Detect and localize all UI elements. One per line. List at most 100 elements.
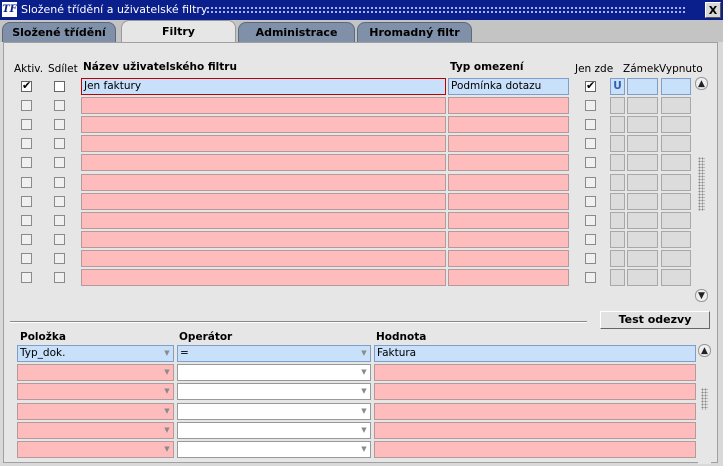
restriction-type-field[interactable] <box>448 154 569 172</box>
lock-detail-field[interactable] <box>627 230 658 248</box>
filter-name-field[interactable] <box>81 135 446 153</box>
tab-hromadny-filtr[interactable]: Hromadný filtr <box>357 22 472 42</box>
filter-name-field[interactable] <box>81 192 446 210</box>
lock-detail-field[interactable] <box>627 211 658 229</box>
operator-select[interactable]: ▼ <box>177 383 371 401</box>
item-select[interactable]: ▼ <box>17 441 174 458</box>
value-field[interactable] <box>374 441 696 458</box>
close-icon[interactable]: X <box>705 2 721 18</box>
test-response-button[interactable]: Test odezvy <box>600 311 710 329</box>
disabled-field[interactable] <box>661 116 691 134</box>
chevron-down-icon[interactable]: ▼ <box>162 348 172 359</box>
operator-select[interactable]: ▼ <box>177 421 371 439</box>
chevron-down-icon[interactable]: ▼ <box>162 406 172 417</box>
operator-select[interactable]: ▼ <box>177 364 371 382</box>
item-select[interactable]: ▼ <box>17 364 174 382</box>
lock-field[interactable] <box>610 211 625 229</box>
operator-select[interactable]: ▼ <box>177 402 371 420</box>
chevron-down-icon[interactable]: ▼ <box>162 444 172 455</box>
lock-field[interactable] <box>610 192 625 210</box>
scroll-up-icon[interactable]: ▲ <box>698 344 711 357</box>
only-here-checkbox[interactable] <box>585 214 596 226</box>
filters-scrollbar[interactable]: ▲ ▼ <box>695 77 708 303</box>
chevron-down-icon[interactable]: ▼ <box>162 367 172 378</box>
restriction-type-field[interactable] <box>448 230 569 248</box>
restriction-type-field[interactable] <box>448 173 569 191</box>
only-here-checkbox[interactable] <box>585 272 596 283</box>
active-checkbox[interactable] <box>21 119 32 131</box>
lock-field[interactable] <box>610 249 625 267</box>
value-field[interactable] <box>374 383 696 401</box>
lock-field[interactable]: U <box>610 78 625 95</box>
lock-detail-field[interactable] <box>627 135 658 153</box>
disabled-field[interactable] <box>661 192 691 210</box>
disabled-field[interactable] <box>661 249 691 267</box>
only-here-checkbox[interactable] <box>585 195 596 207</box>
lock-field[interactable] <box>610 154 625 172</box>
disabled-field[interactable] <box>661 211 691 229</box>
lock-field[interactable] <box>610 97 625 115</box>
scroll-thumb[interactable] <box>698 157 705 211</box>
chevron-down-icon[interactable]: ▼ <box>162 386 172 397</box>
restriction-type-field[interactable] <box>448 211 569 229</box>
lock-field[interactable] <box>610 135 625 153</box>
only-here-checkbox[interactable] <box>585 138 596 150</box>
chevron-down-icon[interactable]: ▼ <box>359 444 369 455</box>
chevron-down-icon[interactable]: ▼ <box>359 386 369 397</box>
share-checkbox[interactable] <box>54 119 65 131</box>
share-checkbox[interactable] <box>54 81 65 92</box>
share-checkbox[interactable] <box>54 157 65 169</box>
restriction-type-field[interactable] <box>448 135 569 153</box>
only-here-checkbox[interactable]: ✔ <box>585 79 596 92</box>
active-checkbox[interactable] <box>21 138 32 150</box>
scroll-up-icon[interactable]: ▲ <box>695 77 708 90</box>
tab-slozene-trideni[interactable]: Složené třídění <box>2 22 116 42</box>
operator-select[interactable]: ▼ <box>177 441 371 458</box>
chevron-down-icon[interactable]: ▼ <box>359 367 369 378</box>
restriction-type-field[interactable] <box>448 192 569 210</box>
value-field[interactable]: Faktura <box>374 345 696 362</box>
tab-filtry[interactable]: Filtry <box>121 20 236 42</box>
lock-detail-field[interactable] <box>627 154 658 172</box>
active-checkbox[interactable] <box>21 272 32 283</box>
lock-detail-field[interactable] <box>627 269 658 286</box>
active-checkbox[interactable]: ✔ <box>21 79 32 92</box>
chevron-down-icon[interactable]: ▼ <box>359 425 369 436</box>
filter-name-field[interactable] <box>81 211 446 229</box>
only-here-checkbox[interactable] <box>585 157 596 169</box>
item-select[interactable]: ▼ <box>17 421 174 439</box>
filter-name-field[interactable] <box>81 154 446 172</box>
restriction-type-field[interactable] <box>448 97 569 115</box>
disabled-field[interactable] <box>661 154 691 172</box>
disabled-field[interactable] <box>661 135 691 153</box>
lock-detail-field[interactable] <box>627 116 658 134</box>
only-here-checkbox[interactable] <box>585 252 596 264</box>
share-checkbox[interactable] <box>54 214 65 226</box>
active-checkbox[interactable] <box>21 195 32 207</box>
disabled-field[interactable] <box>661 78 691 95</box>
share-checkbox[interactable] <box>54 138 65 150</box>
lock-detail-field[interactable] <box>627 78 658 95</box>
only-here-checkbox[interactable] <box>585 176 596 188</box>
disabled-field[interactable] <box>661 173 691 191</box>
share-checkbox[interactable] <box>54 176 65 188</box>
chevron-down-icon[interactable]: ▼ <box>162 425 172 436</box>
filter-name-field[interactable] <box>81 97 446 115</box>
disabled-field[interactable] <box>661 269 691 286</box>
active-checkbox[interactable] <box>21 176 32 188</box>
lock-detail-field[interactable] <box>627 173 658 191</box>
operator-select[interactable]: = ▼ <box>177 345 371 362</box>
active-checkbox[interactable] <box>21 100 32 112</box>
lock-detail-field[interactable] <box>627 97 658 115</box>
share-checkbox[interactable] <box>54 233 65 245</box>
scroll-down-icon[interactable]: ▼ <box>695 289 708 302</box>
lock-field[interactable] <box>610 269 625 286</box>
tab-administrace-filtru[interactable]: Administrace filtrů <box>238 22 355 58</box>
lock-field[interactable] <box>610 116 625 134</box>
filter-name-field[interactable] <box>81 173 446 191</box>
value-field[interactable] <box>374 402 696 420</box>
filter-name-field[interactable]: Jen faktury <box>81 78 446 95</box>
conditions-scrollbar[interactable]: ▲ <box>698 344 711 464</box>
active-checkbox[interactable] <box>21 157 32 169</box>
lock-detail-field[interactable] <box>627 192 658 210</box>
